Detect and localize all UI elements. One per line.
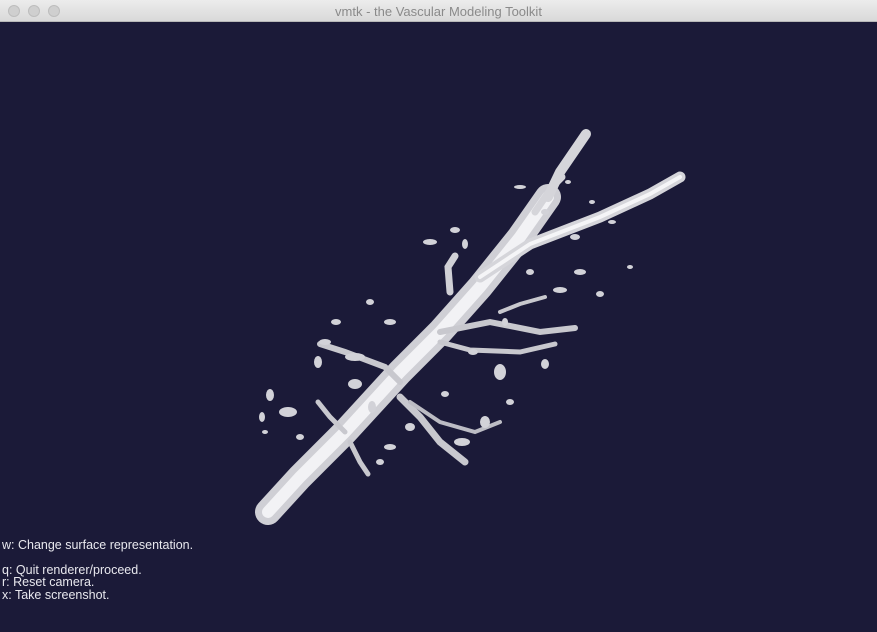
window-title: vmtk - the Vascular Modeling Toolkit bbox=[335, 4, 542, 19]
title-bar[interactable]: vmtk - the Vascular Modeling Toolkit bbox=[0, 0, 877, 22]
help-line-w: w: Change surface representation. bbox=[2, 538, 194, 552]
app-window: vmtk - the Vascular Modeling Toolkit w: … bbox=[0, 0, 877, 632]
help-line-r: r: Reset camera. bbox=[2, 575, 95, 589]
render-viewport[interactable]: w: Change surface representation. q: Qui… bbox=[0, 22, 877, 632]
help-line-x: x: Take screenshot. bbox=[2, 588, 110, 602]
